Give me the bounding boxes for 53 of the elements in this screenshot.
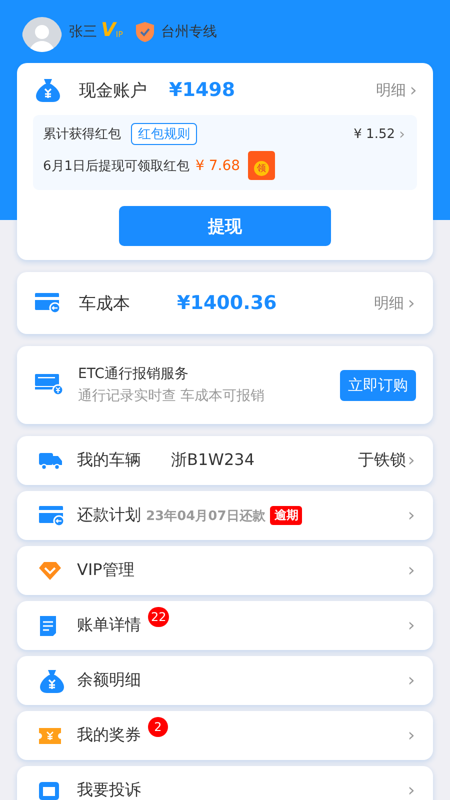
chevron-icon: › xyxy=(408,615,415,636)
menu-label: 余额明细 xyxy=(77,670,141,691)
menu-label: 我的车辆 xyxy=(77,450,141,471)
count-badge: 2 xyxy=(148,717,168,737)
account-title: 现金账户 xyxy=(79,80,147,102)
account-balance: ¥1498 xyxy=(169,79,236,101)
money-bag-icon xyxy=(39,668,65,694)
money-bag-icon xyxy=(35,77,61,103)
diamond-icon xyxy=(39,560,61,580)
car-cost-title: 车成本 xyxy=(79,292,131,314)
chevron-icon: › xyxy=(408,725,415,746)
chevron-icon: › xyxy=(408,450,415,471)
plate-number: 浙B1W234 xyxy=(171,450,255,471)
menu-item[interactable]: 余额明细 › xyxy=(17,656,433,705)
menu-label: 我要投诉 xyxy=(77,780,141,800)
vip-label: VIP xyxy=(101,20,123,40)
user-name: 张三 xyxy=(69,23,97,41)
menu-label: 我的奖券 xyxy=(77,725,141,746)
pending-amount: ¥ 7.68 xyxy=(196,158,240,174)
chevron-icon: › xyxy=(408,505,415,526)
route-name: 台州专线 xyxy=(160,23,217,41)
chevron-icon: › xyxy=(408,560,415,581)
bonus-note: 6月1日后提现可领取红包 xyxy=(43,158,190,174)
menu-item[interactable]: 我要投诉 › xyxy=(17,766,433,800)
menu-label: VIP管理 xyxy=(77,560,134,581)
menu-item[interactable]: 账单详情 22 › xyxy=(17,601,433,650)
document-icon xyxy=(39,614,57,636)
card-icon xyxy=(35,292,61,314)
due-date: 23年04月07日还款 xyxy=(146,508,266,524)
menu-item[interactable]: 我的车辆 浙B1W234 于铁锁› xyxy=(17,436,433,485)
etc-subtitle: 通行记录实时查 车成本可报销 xyxy=(78,387,264,405)
details-link[interactable]: 明细 › xyxy=(374,292,415,314)
menu-item[interactable]: 我的奖券 2 › xyxy=(17,711,433,760)
shield-check-icon xyxy=(134,21,155,43)
details-link[interactable]: 明细 › xyxy=(376,80,417,100)
card-icon xyxy=(39,504,65,526)
chevron-icon: › xyxy=(408,670,415,691)
overdue-tag: 逾期 xyxy=(270,506,302,525)
car-cost-amount: ¥1400.36 xyxy=(177,292,277,314)
menu-label: 还款计划 xyxy=(77,505,141,526)
bonus-total[interactable]: ¥ 1.52 › xyxy=(354,125,405,143)
window-icon xyxy=(39,780,61,800)
menu-item[interactable]: VIP管理 › xyxy=(17,546,433,595)
chevron-icon: › xyxy=(408,780,415,800)
etc-title: ETC通行报销服务 xyxy=(78,365,190,383)
menu-item[interactable]: 还款计划 23年04月07日还款 逾期 › xyxy=(17,491,433,540)
owner-name: 于铁锁 xyxy=(358,450,406,471)
truck-icon xyxy=(39,450,63,470)
bonus-label: 累计获得红包 xyxy=(43,126,121,143)
ticket-icon xyxy=(39,726,61,744)
count-badge: 22 xyxy=(148,607,170,627)
menu-label: 账单详情 xyxy=(77,615,141,636)
etc-card-icon xyxy=(35,373,63,397)
